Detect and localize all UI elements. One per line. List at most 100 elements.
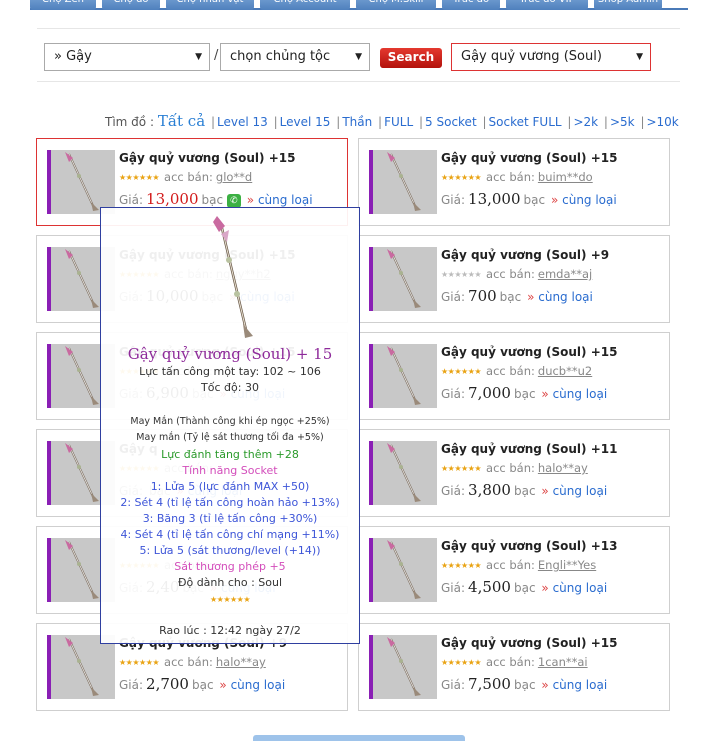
same-type-link[interactable]: » cùng loại: [551, 193, 617, 207]
tooltip-magic-damage: Sát thương phép +5: [174, 560, 286, 573]
tab-shop-admin[interactable]: Shop Admin: [594, 0, 662, 10]
tab-account-market[interactable]: Chợ Account: [260, 0, 350, 10]
same-type-link[interactable]: » cùng loại: [219, 678, 285, 692]
price-value: 13,000: [468, 190, 521, 208]
tab-character-market[interactable]: Chợ nhân vật: [166, 0, 254, 10]
price-row: Giá: 13,000 bạc ✆ » cùng loại: [119, 190, 313, 208]
tab-auction[interactable]: Trúc đồ: [442, 0, 500, 10]
item-name[interactable]: Gậy quỷ vương (Soul) +13: [441, 539, 617, 553]
tab-vip-auction[interactable]: Trúc đồ VIP: [506, 0, 588, 10]
filter-10k-link[interactable]: >10k: [646, 115, 678, 129]
same-type-link[interactable]: » cùng loại: [527, 290, 593, 304]
item-name[interactable]: Gậy quỷ vương (Soul) +15: [441, 345, 617, 359]
item-select[interactable]: Gậy quỷ vương (Soul) ▼: [451, 43, 651, 71]
seller-name[interactable]: halo**ay: [216, 655, 266, 669]
item-tooltip: Gậy quỷ vương (Soul) + 15 Lực tấn công m…: [100, 207, 360, 644]
pagination-button[interactable]: [253, 735, 465, 741]
price-label: Giá:: [119, 678, 144, 692]
same-type-arrow: »: [246, 193, 255, 207]
filter-full-link[interactable]: FULL: [384, 115, 413, 129]
tab-item-market[interactable]: Chợ đồ: [102, 0, 160, 10]
tooltip-rating: ★★★★★★: [101, 592, 359, 605]
item-name[interactable]: Gậy quỷ vương (Soul) +15: [441, 636, 617, 650]
tooltip-socket-1: 1: Lửa 5 (lực đánh MAX +50): [150, 480, 310, 493]
filter-prefix: Tìm đồ :: [105, 115, 154, 129]
listing-card[interactable]: Gậy quỷ vương (Soul) +11 ★★★★★★ acc bán: ha…: [358, 429, 670, 517]
listing-card[interactable]: Gậy quỷ vương (Soul) +15 ★★★★★★ acc bán: 1c…: [358, 623, 670, 711]
same-type-label: cùng loại: [552, 581, 608, 595]
race-select[interactable]: chọn chủng tộc ▼: [220, 43, 370, 71]
seller-label: acc bán:: [164, 655, 213, 669]
filter-2k-link[interactable]: >2k: [573, 115, 598, 129]
seller-label: acc bán:: [486, 655, 535, 669]
star-rating-icon: ★★★★★★: [441, 464, 482, 473]
same-type-label: cùng loại: [257, 193, 313, 207]
item-thumbnail[interactable]: [373, 247, 437, 311]
star-rating-icon: ★★★★★★: [441, 561, 482, 570]
category-select[interactable]: » Gậy ▼: [44, 43, 210, 71]
item-thumbnail[interactable]: [373, 344, 437, 408]
filter-all-link[interactable]: Tất cả: [158, 112, 205, 130]
item-thumbnail[interactable]: [51, 635, 115, 699]
seller-label: acc bán:: [486, 364, 535, 378]
filter-5socket-link[interactable]: 5 Socket: [425, 115, 477, 129]
same-type-label: cùng loại: [230, 678, 286, 692]
item-name[interactable]: Gậy quỷ vương (Soul) +15: [119, 151, 295, 165]
seller-name[interactable]: halo**ay: [538, 461, 588, 475]
same-type-link[interactable]: » cùng loại: [541, 678, 607, 692]
seller-name[interactable]: Engli**Yes: [538, 558, 596, 572]
same-type-link[interactable]: » cùng loại: [541, 581, 607, 595]
seller-label: acc bán:: [486, 558, 535, 572]
same-type-arrow: »: [550, 193, 559, 207]
same-type-link[interactable]: » cùng loại: [541, 484, 607, 498]
tooltip-class: Độ dành cho : Soul: [177, 576, 283, 589]
seller-name[interactable]: emda**aj: [538, 267, 592, 281]
currency-label: bạc: [201, 193, 224, 207]
star-rating-icon: ★★★★★★: [119, 658, 160, 667]
tooltip-speed: Tốc độ: 30: [201, 381, 259, 394]
star-rating-icon: ★★★★★★: [441, 270, 482, 279]
same-type-link[interactable]: » cùng loại: [247, 193, 313, 207]
filter-socket-full-link[interactable]: Socket FULL: [489, 115, 562, 129]
seller-row: ★★★★★★ acc bán: buim**do: [441, 170, 593, 184]
listing-card[interactable]: Gậy quỷ vương (Soul) +15 ★★★★★★ acc bán: bu…: [358, 138, 670, 226]
price-row: Giá: 13,000 bạc » cùng loại: [441, 190, 617, 208]
currency-label: bạc: [513, 581, 536, 595]
item-thumbnail[interactable]: [373, 538, 437, 602]
price-row: Giá: 2,700 bạc » cùng loại: [119, 675, 285, 693]
select-separator: /: [214, 48, 219, 63]
filter-5k-link[interactable]: >5k: [610, 115, 635, 129]
listing-card[interactable]: Gậy quỷ vương (Soul) +9 ★★★★★★ acc bán: emd…: [358, 235, 670, 323]
seller-name[interactable]: ducb**u2: [538, 364, 592, 378]
seller-name[interactable]: 1can**ai: [538, 655, 588, 669]
same-type-arrow: »: [541, 387, 549, 401]
phone-icon[interactable]: ✆: [226, 194, 241, 208]
tooltip-socket-3: 3: Băng 3 (tỉ lệ tấn công +30%): [142, 512, 318, 525]
search-button[interactable]: Search: [380, 48, 442, 68]
tooltip-luck-1: May Mắn (Thành công khi ép ngọc +25%): [130, 416, 330, 427]
star-rating-icon: ★★★★★★: [119, 173, 160, 182]
tooltip-socket-5: 5: Lửa 5 (sát thương/level (+14)): [139, 544, 321, 557]
item-thumbnail[interactable]: [373, 635, 437, 699]
seller-name[interactable]: buim**do: [538, 170, 593, 184]
item-name[interactable]: Gậy quỷ vương (Soul) +9: [441, 248, 609, 262]
tab-zen-market[interactable]: Chợ Zen: [30, 0, 96, 10]
filter-level13-link[interactable]: Level 13: [217, 115, 268, 129]
item-name[interactable]: Gậy quỷ vương (Soul) +15: [441, 151, 617, 165]
item-thumbnail[interactable]: [373, 150, 437, 214]
item-thumbnail[interactable]: [51, 150, 115, 214]
filter-level15-link[interactable]: Level 15: [280, 115, 331, 129]
staff-icon: [65, 152, 99, 211]
item-thumbnail[interactable]: [373, 441, 437, 505]
filter-divine-link[interactable]: Thần: [342, 115, 372, 129]
item-name[interactable]: Gậy quỷ vương (Soul) +11: [441, 442, 617, 456]
price-label: Giá:: [441, 484, 466, 498]
listing-card[interactable]: Gậy quỷ vương (Soul) +15 ★★★★★★ acc bán: du…: [358, 332, 670, 420]
tab-mskill-market[interactable]: Chợ M.Skill: [356, 0, 436, 10]
tooltip-luck-2: May mắn (Tỷ lệ sát thương tối đa +5%): [136, 432, 324, 443]
same-type-link[interactable]: » cùng loại: [541, 387, 607, 401]
seller-name[interactable]: glo**d: [216, 170, 252, 184]
seller-label: acc bán:: [164, 170, 213, 184]
listing-card[interactable]: Gậy quỷ vương (Soul) +13 ★★★★★★ acc bán: En…: [358, 526, 670, 614]
filter-bar: Tìm đồ : Tất cả | Level 13 | Level 15 | Thầ…: [105, 112, 679, 130]
